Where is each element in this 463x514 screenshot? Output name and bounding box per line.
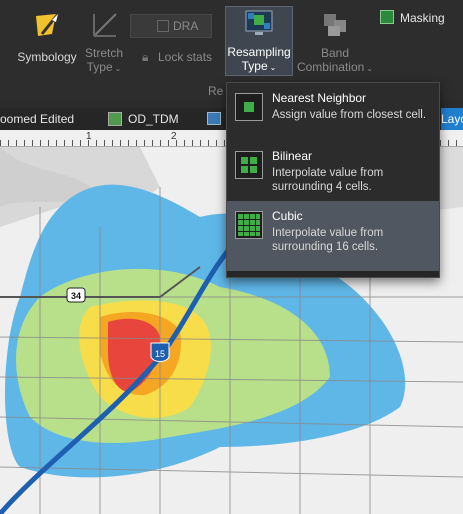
stretch-type-button[interactable]: Stretch Type ⌄ — [82, 6, 126, 76]
chevron-down-icon: ⌄ — [114, 64, 122, 73]
layout-icon — [207, 112, 221, 125]
band-combination-label-line1: Band — [320, 46, 350, 60]
chevron-down-icon: ⌄ — [269, 63, 277, 72]
route-label: 34 — [71, 291, 81, 301]
menu-item-bilinear[interactable]: Bilinear Interpolate value from surround… — [227, 141, 439, 201]
masking-icon — [380, 10, 394, 24]
band-combination-label-line2-wrap: Combination ⌄ — [294, 60, 376, 76]
band-combination-icon — [324, 14, 346, 36]
band-combination-button[interactable]: Band Combination ⌄ — [294, 6, 376, 76]
raster-layer-icon — [108, 112, 122, 126]
resampling-label-line2: Type — [241, 59, 268, 73]
lock-icon: 🔒︎ — [142, 50, 149, 64]
lock-stats-label: Lock stats — [158, 50, 213, 64]
cubic-icon — [235, 211, 263, 239]
menu-item-nearest-neighbor[interactable]: Nearest Neighbor Assign value from close… — [227, 83, 439, 143]
symbology-icon — [36, 13, 60, 36]
tab-layer-2[interactable]: OD_TDM — [128, 112, 179, 126]
resampling-label-line1: Resampling — [227, 45, 291, 59]
menu-item-description: Interpolate value from surrounding 4 cel… — [272, 167, 384, 193]
menu-item-title: Cubic — [272, 209, 303, 223]
interstate-label: 15 — [155, 349, 165, 359]
masking-button[interactable]: Masking — [378, 8, 460, 30]
symbology-label: Symbology — [17, 50, 77, 64]
masking-label: Masking — [400, 11, 445, 25]
lock-stats-button[interactable]: 🔒︎ Lock stats — [138, 48, 222, 66]
dra-toggle[interactable]: DRA — [130, 14, 212, 38]
bilinear-icon — [235, 151, 263, 179]
menu-item-description: Interpolate value from surrounding 16 ce… — [272, 227, 384, 253]
dra-label: DRA — [173, 19, 199, 33]
dra-icon — [157, 20, 169, 32]
tab-layer-1[interactable]: oomed Edited — [0, 112, 74, 126]
stretch-type-label-line1: Stretch — [84, 46, 123, 60]
menu-item-description: Assign value from closest cell. — [272, 109, 427, 121]
resampling-type-button[interactable]: Resampling Type ⌄ — [225, 6, 293, 76]
tab-layout[interactable]: Layo — [441, 108, 463, 130]
menu-item-title: Nearest Neighbor — [272, 91, 367, 105]
menu-item-title: Bilinear — [272, 149, 313, 163]
symbology-button[interactable]: Symbology — [14, 6, 80, 76]
stretch-type-label-line2: Type — [86, 60, 113, 74]
menu-resize-grip[interactable] — [227, 271, 439, 277]
resampling-label-line2-wrap: Type ⌄ — [226, 59, 292, 75]
resampling-type-menu: Nearest Neighbor Assign value from close… — [226, 82, 440, 278]
menu-item-cubic[interactable]: Cubic Interpolate value from surrounding… — [227, 201, 439, 271]
nearest-neighbor-icon — [235, 93, 263, 121]
ribbon-group-label: Re — [208, 84, 224, 98]
band-combination-label-line2: Combination — [296, 60, 365, 74]
chevron-down-icon: ⌄ — [366, 64, 374, 73]
resampling-icon — [245, 10, 273, 35]
stretch-type-label-line2-wrap: Type ⌄ — [82, 60, 126, 76]
stretch-icon — [93, 13, 117, 37]
